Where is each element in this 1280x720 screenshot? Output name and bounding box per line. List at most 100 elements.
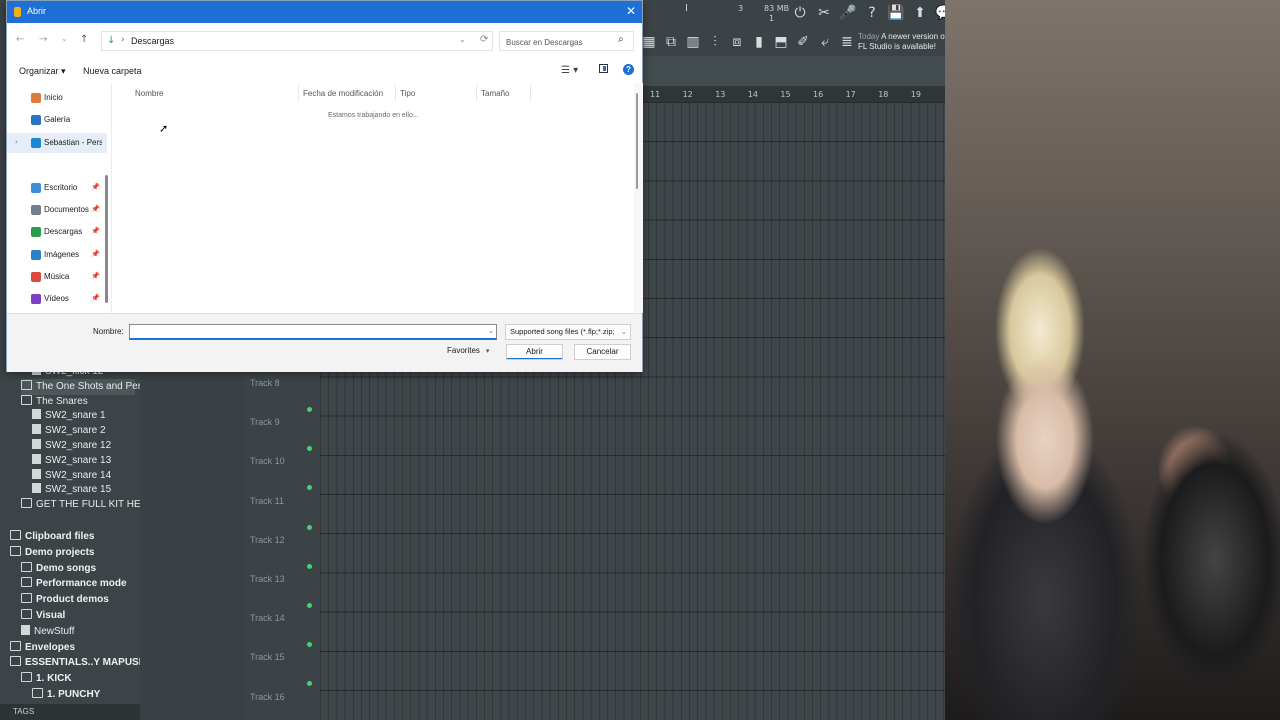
column-header[interactable]: Tipo: [400, 89, 415, 98]
search-input[interactable]: [500, 32, 620, 52]
up-arrow-icon[interactable]: ↑: [80, 34, 88, 45]
browser-item[interactable]: SW2_snare 12: [32, 438, 135, 454]
toolbar-icon[interactable]: ▮: [750, 33, 768, 51]
recent-locations-icon[interactable]: ⌄: [61, 34, 68, 43]
folder-icon: [10, 640, 21, 651]
browser-item[interactable]: Clipboard files: [10, 529, 135, 545]
filename-input[interactable]: [129, 324, 497, 340]
browser-item[interactable]: Performance mode: [21, 576, 135, 592]
organize-button[interactable]: Organizar ▾: [19, 66, 66, 77]
track-label[interactable]: Track 10: [250, 456, 285, 466]
browser-item[interactable]: Demo projects: [10, 545, 135, 561]
toolbar-icon[interactable]: ⏻: [791, 4, 809, 22]
file-list-scrollbar[interactable]: [636, 93, 638, 189]
toolbar-icon[interactable]: ✐: [794, 33, 812, 51]
toolbar-icon[interactable]: ▥: [684, 33, 702, 51]
track-label[interactable]: Track 12: [250, 535, 285, 545]
browser-item[interactable]: SW2_snare 13: [32, 453, 135, 469]
track-label[interactable]: Track 16: [250, 692, 285, 702]
browser-item[interactable]: 1. KICK: [21, 671, 135, 687]
nav-item[interactable]: Música 📌: [7, 267, 107, 287]
preview-pane-icon[interactable]: [599, 64, 608, 73]
track-active-indicator[interactable]: [307, 563, 312, 569]
toolbar-icon[interactable]: ⤶: [816, 33, 834, 51]
search-icon[interactable]: ⌕: [618, 34, 624, 45]
track-label[interactable]: Track 14: [250, 613, 285, 623]
update-notice[interactable]: Today A newer version of FL Studio is av…: [858, 32, 948, 52]
toolbar-icon[interactable]: ⧈: [728, 33, 746, 51]
browser-item[interactable]: NewStuff: [21, 624, 135, 640]
open-button[interactable]: Abrir: [506, 344, 563, 360]
browser-item-label: Envelopes: [25, 641, 76, 653]
nav-item[interactable]: Escritorio 📌: [7, 178, 107, 198]
browser-item[interactable]: The Snares: [21, 394, 135, 410]
breadcrumb-separator-icon[interactable]: ›: [121, 35, 125, 45]
browser-item[interactable]: Visual: [21, 608, 135, 624]
toolbar-icon[interactable]: ⬒: [772, 33, 790, 51]
search-box[interactable]: ⌕: [499, 31, 634, 52]
nav-pane-scrollbar[interactable]: [105, 175, 108, 303]
toolbar-icon[interactable]: ⧉: [662, 33, 680, 51]
column-divider[interactable]: [530, 85, 531, 101]
nav-item[interactable]: Descargas 📌: [7, 222, 107, 242]
browser-item[interactable]: Demo songs: [21, 561, 135, 577]
track-label[interactable]: Track 11: [250, 496, 284, 506]
browser-item[interactable]: GET THE FULL KIT HERE: [21, 497, 155, 513]
nav-item[interactable]: Galería: [7, 110, 107, 130]
close-icon[interactable]: ✕: [626, 4, 636, 18]
track-active-indicator[interactable]: [307, 407, 312, 412]
toolbar-icon[interactable]: 💾: [887, 4, 905, 22]
address-bar[interactable]: ↓ › Descargas ⌄ ⟳: [101, 31, 493, 51]
browser-item[interactable]: SW2_snare 1: [32, 408, 135, 424]
chevron-right-icon[interactable]: ›: [15, 138, 18, 146]
nav-item[interactable]: › Sebastian - Pers: [7, 133, 107, 153]
column-header[interactable]: Tamaño: [481, 89, 509, 98]
browser-item[interactable]: Envelopes: [10, 640, 135, 656]
filename-history-icon[interactable]: ⌄: [488, 327, 494, 335]
dialog-titlebar[interactable]: Abrir ✕: [7, 1, 642, 23]
browser-item[interactable]: The One Shots and Percs: [21, 378, 151, 395]
nav-item[interactable]: Imágenes 📌: [7, 245, 107, 265]
new-folder-button[interactable]: Nueva carpeta: [83, 66, 142, 76]
browser-item[interactable]: Product demos: [21, 592, 135, 608]
browser-item[interactable]: ESSENTIALS..Y MAPUSKANA: [10, 655, 168, 671]
pin-icon: 📌: [91, 250, 100, 258]
column-header[interactable]: Nombre: [135, 89, 163, 98]
file-list[interactable]: Nombre Fecha de modificación Tipo Tamaño Es…: [111, 83, 643, 313]
address-history-icon[interactable]: ⌄: [459, 35, 466, 44]
browser-item[interactable]: SW2_snare 15: [32, 482, 135, 498]
browser-item[interactable]: 1. PUNCHY: [32, 687, 135, 703]
forward-arrow-icon[interactable]: →: [39, 34, 47, 45]
cancel-button[interactable]: Cancelar: [574, 344, 631, 360]
track-label[interactable]: Track 8: [250, 378, 280, 388]
nav-item[interactable]: Vídeos 📌: [7, 289, 107, 309]
nav-item[interactable]: Documentos 📌: [7, 200, 107, 220]
track-label[interactable]: Track 15: [250, 652, 285, 662]
file-type-select[interactable]: Supported song files (*.flp;*.zip; ⌄: [505, 324, 631, 340]
toolbar-icon[interactable]: ⬆: [911, 4, 929, 22]
track-label[interactable]: Track 13: [250, 574, 285, 584]
back-arrow-icon[interactable]: ←: [16, 34, 24, 45]
refresh-icon[interactable]: ⟳: [480, 34, 488, 45]
track-active-indicator[interactable]: [307, 524, 312, 530]
browser-item[interactable]: SW2_snare 2: [32, 423, 135, 439]
favorites-button[interactable]: Favorites ▾: [447, 346, 489, 355]
toolbar-icon[interactable]: 🎤: [839, 4, 857, 22]
toolbar-icon[interactable]: ✂: [815, 4, 833, 22]
toolbar-icon[interactable]: ≣: [838, 33, 856, 51]
column-divider[interactable]: [395, 85, 396, 101]
column-divider[interactable]: [476, 85, 477, 101]
help-icon[interactable]: ?: [623, 64, 634, 75]
breadcrumb-descargas[interactable]: Descargas: [131, 36, 174, 46]
playlist-ruler[interactable]: 11 12 13 14 15 16 17 18 19: [640, 86, 945, 103]
nav-item[interactable]: Inicio: [7, 88, 107, 108]
toolbar-icon[interactable]: ?: [863, 4, 881, 22]
column-divider[interactable]: [298, 85, 299, 101]
track-active-indicator[interactable]: [307, 603, 312, 608]
track-label[interactable]: Track 9: [250, 417, 280, 427]
column-header[interactable]: Fecha de modificación: [303, 89, 383, 98]
view-options-icon[interactable]: ☰ ▾: [561, 65, 578, 76]
toolbar-icon[interactable]: ⫶: [706, 33, 724, 51]
browser-item[interactable]: SW2_snare 14: [32, 468, 135, 484]
tags-bar[interactable]: TAGS: [0, 704, 140, 720]
